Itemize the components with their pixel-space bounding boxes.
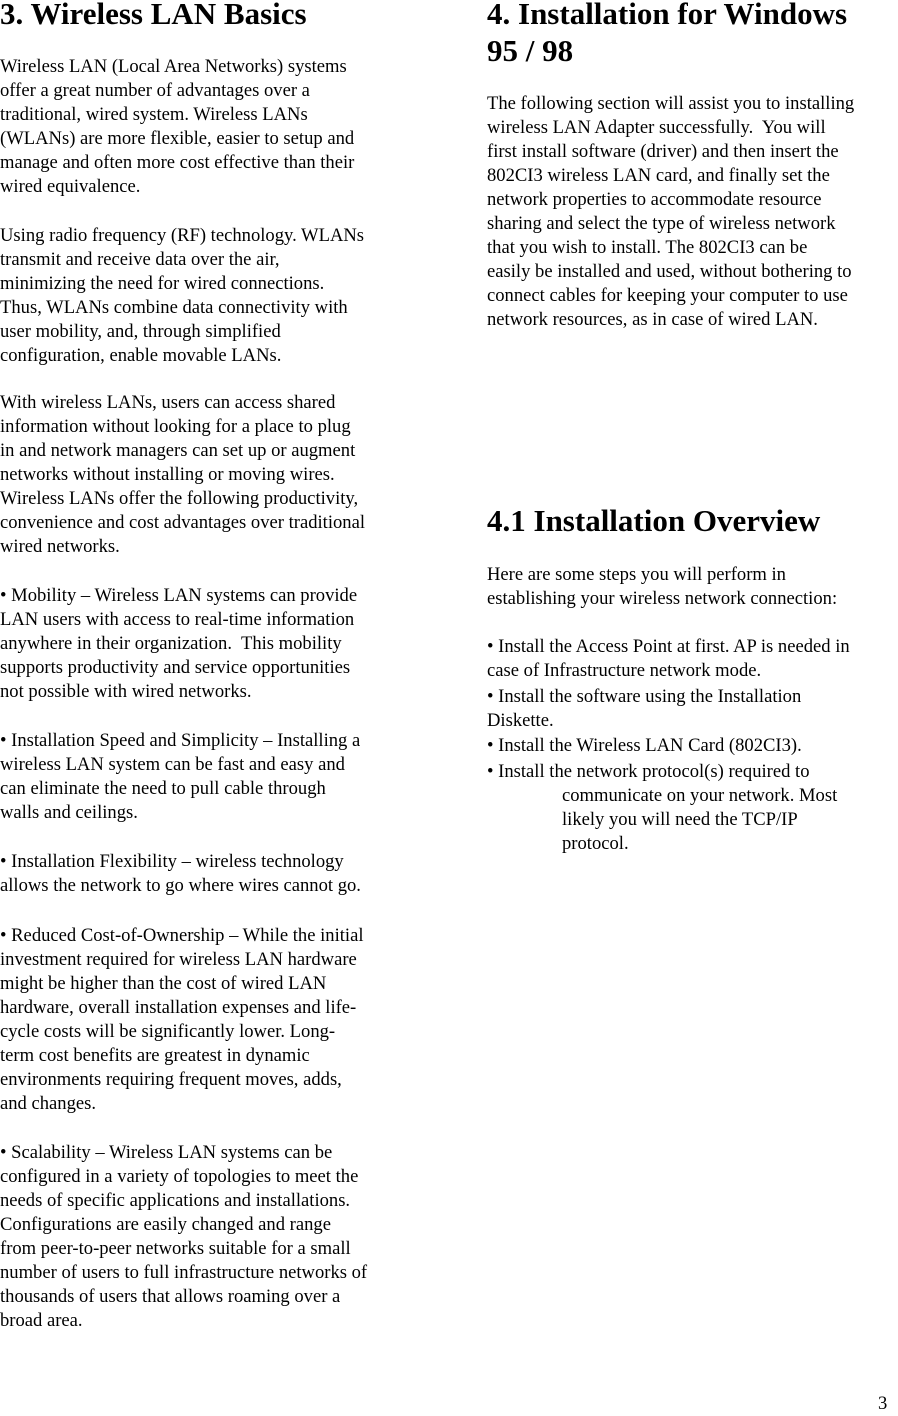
text-line: and changes. bbox=[0, 1093, 97, 1114]
text-line: 802CI3 wireless LAN card, and finally se… bbox=[487, 165, 830, 186]
text-line: allows the network to go where wires can… bbox=[0, 875, 361, 896]
text-line: wired equivalence. bbox=[0, 176, 141, 197]
section-heading-wireless-lan-basics: 3. Wireless LAN Basics bbox=[0, 0, 307, 31]
text-line: communicate on your network. Most bbox=[562, 785, 838, 806]
text-line: configured in a variety of topologies to… bbox=[0, 1166, 359, 1187]
text-line: With wireless LANs, users can access sha… bbox=[0, 392, 336, 413]
text-line: not possible with wired networks. bbox=[0, 681, 252, 702]
text-line: establishing your wireless network conne… bbox=[487, 588, 838, 609]
text-line: LAN users with access to real-time infor… bbox=[0, 609, 355, 630]
text-line: offer a great number of advantages over … bbox=[0, 80, 310, 101]
paragraph: Using radio frequency (RF) technology. W… bbox=[0, 224, 364, 368]
text-line: wireless LAN Adapter successfully. You w… bbox=[487, 117, 826, 138]
text-line: Wireless LAN (Local Area Networks) syste… bbox=[0, 56, 347, 77]
text-line: wired networks. bbox=[0, 536, 120, 557]
text-line: manage and often more cost effective tha… bbox=[0, 152, 355, 173]
text-line: user mobility, and, through simplified bbox=[0, 321, 281, 342]
text-line: Configurations are easily changed and ra… bbox=[0, 1214, 331, 1235]
heading-line: 95 / 98 bbox=[487, 33, 574, 68]
subsection-heading-installation-overview: 4.1 Installation Overview bbox=[487, 503, 821, 538]
text-line: investment required for wireless LAN har… bbox=[0, 949, 357, 970]
text-line: cycle costs will be significantly lower.… bbox=[0, 1021, 336, 1042]
text-line: easily be installed and used, without bo… bbox=[487, 261, 852, 282]
text-line: case of Infrastructure network mode. bbox=[487, 660, 762, 681]
text-line: traditional, wired system. Wireless LANs bbox=[0, 104, 308, 125]
step-item: • Install the network protocol(s) requir… bbox=[487, 760, 837, 856]
text-line: Here are some steps you will perform in bbox=[487, 564, 786, 585]
paragraph: • Installation Flexibility – wireless te… bbox=[0, 850, 361, 898]
text-line: network resources, as in case of wired L… bbox=[487, 309, 818, 330]
text-line: networks without installing or moving wi… bbox=[0, 464, 335, 485]
text-line: • Installation Speed and Simplicity – In… bbox=[0, 730, 361, 751]
text-line: transmit and receive data over the air, bbox=[0, 249, 280, 270]
text-line: anywhere in their organization. This mob… bbox=[0, 633, 342, 654]
page-number: 3 bbox=[878, 1393, 888, 1414]
text-line: likely you will need the TCP/IP bbox=[562, 809, 798, 830]
text-line: • Reduced Cost-of-Ownership – While the … bbox=[0, 925, 364, 946]
paragraph: With wireless LANs, users can access sha… bbox=[0, 391, 365, 559]
text-line: • Install the software using the Install… bbox=[487, 686, 802, 707]
step-item: • Install the Wireless LAN Card (802CI3)… bbox=[487, 734, 802, 758]
paragraph: • Scalability – Wireless LAN systems can… bbox=[0, 1141, 367, 1333]
text-line: connect cables for keeping your computer… bbox=[487, 285, 848, 306]
text-line: Diskette. bbox=[487, 710, 554, 731]
step-item: • Install the Access Point at first. AP … bbox=[487, 635, 850, 683]
paragraph: • Reduced Cost-of-Ownership – While the … bbox=[0, 924, 364, 1116]
text-line: configuration, enable movable LANs. bbox=[0, 345, 282, 366]
text-line: from peer-to-peer networks suitable for … bbox=[0, 1238, 351, 1259]
paragraph: • Installation Speed and Simplicity – In… bbox=[0, 729, 360, 825]
heading-line: 4. Installation for Windows bbox=[487, 0, 848, 31]
overview-paragraph: Here are some steps you will perform in e… bbox=[487, 563, 837, 611]
text-line: • Installation Flexibility – wireless te… bbox=[0, 851, 344, 872]
text-line: walls and ceilings. bbox=[0, 802, 138, 823]
intro-paragraph: The following section will assist you to… bbox=[487, 92, 854, 332]
step-item: • Install the software using the Install… bbox=[487, 685, 801, 733]
text-line: broad area. bbox=[0, 1310, 83, 1331]
text-line: thousands of users that allows roaming o… bbox=[0, 1286, 341, 1307]
text-line: The following section will assist you to… bbox=[487, 93, 855, 114]
text-line: (WLANs) are more flexible, easier to set… bbox=[0, 128, 355, 149]
text-line: that you wish to install. The 802CI3 can… bbox=[487, 237, 808, 258]
text-line: minimizing the need for wired connection… bbox=[0, 273, 325, 294]
text-line: might be higher than the cost of wired L… bbox=[0, 973, 327, 994]
text-line: • Install the Access Point at first. AP … bbox=[487, 636, 850, 657]
text-line: protocol. bbox=[562, 833, 629, 854]
text-line: • Scalability – Wireless LAN systems can… bbox=[0, 1142, 333, 1163]
paragraph: • Mobility – Wireless LAN systems can pr… bbox=[0, 584, 357, 704]
text-line: network properties to accommodate resour… bbox=[487, 189, 822, 210]
text-line: • Mobility – Wireless LAN systems can pr… bbox=[0, 585, 358, 606]
text-line: • Install the Wireless LAN Card (802CI3)… bbox=[487, 735, 802, 756]
text-line: information without looking for a place … bbox=[0, 416, 351, 437]
section-heading-installation-windows: 4. Installation for Windows 95 / 98 bbox=[487, 0, 847, 69]
text-line: needs of specific applications and insta… bbox=[0, 1190, 351, 1211]
text-line: convenience and cost advantages over tra… bbox=[0, 512, 366, 533]
text-line: Using radio frequency (RF) technology. W… bbox=[0, 225, 365, 246]
text-line: sharing and select the type of wireless … bbox=[487, 213, 836, 234]
text-line: in and network managers can set up or au… bbox=[0, 440, 356, 461]
text-line: wireless LAN system can be fast and easy… bbox=[0, 754, 345, 775]
text-line: supports productivity and service opport… bbox=[0, 657, 351, 678]
text-line: hardware, overall installation expenses … bbox=[0, 997, 357, 1018]
text-line: term cost benefits are greatest in dynam… bbox=[0, 1045, 310, 1066]
text-line: Wireless LANs offer the following produc… bbox=[0, 488, 359, 509]
text-line: first install software (driver) and then… bbox=[487, 141, 839, 162]
text-line: number of users to full infrastructure n… bbox=[0, 1262, 368, 1283]
text-line: can eliminate the need to pull cable thr… bbox=[0, 778, 326, 799]
text-line: • Install the network protocol(s) requir… bbox=[487, 761, 810, 782]
text-line: Thus, WLANs combine data connectivity wi… bbox=[0, 297, 348, 318]
paragraph: Wireless LAN (Local Area Networks) syste… bbox=[0, 55, 354, 199]
text-line: environments requiring frequent moves, a… bbox=[0, 1069, 342, 1090]
